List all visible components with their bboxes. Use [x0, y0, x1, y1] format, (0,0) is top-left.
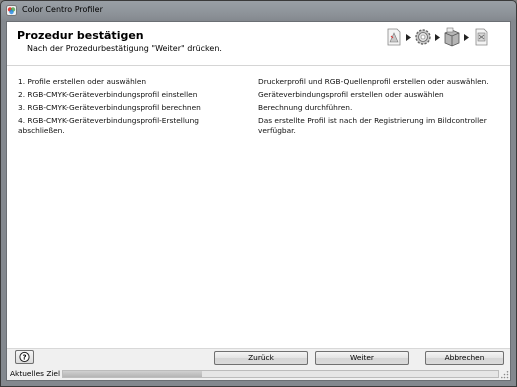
page-title: Prozedur bestätigen: [17, 29, 144, 42]
procedure-description: Druckerprofil und RGB-Quellenprofil erst…: [258, 77, 489, 86]
procedure-description: Berechnung durchführen.: [258, 103, 353, 112]
procedure-description: Geräteverbindungsprofil erstellen oder a…: [258, 90, 444, 99]
help-button[interactable]: ?: [15, 350, 34, 364]
step-indicator: [384, 26, 508, 50]
footer-divider: [7, 348, 510, 349]
procedure-step: 4. RGB-CMYK-Geräteverbindungsprofil-Erst…: [18, 116, 199, 135]
wizard-panel: Prozedur bestätigen Nach der Prozedurbes…: [6, 21, 511, 381]
procedure-step: 1. Profile erstellen oder auswählen: [18, 77, 147, 86]
app-icon: [6, 5, 17, 16]
progress-bar: [62, 370, 499, 378]
status-bar: Aktuelles Ziel: [7, 368, 510, 380]
resize-grip-icon[interactable]: [501, 371, 509, 379]
cancel-button[interactable]: Abbrechen: [425, 351, 504, 365]
wizard-header: Prozedur bestätigen Nach der Prozedurbes…: [7, 22, 510, 66]
chevron-right-icon: [464, 34, 469, 41]
application-window: Color Centro Profiler Prozedur bestätige…: [0, 0, 517, 387]
procedure-step: 2. RGB-CMYK-Geräteverbindungsprofil eins…: [18, 90, 198, 99]
status-label: Aktuelles Ziel: [10, 369, 61, 378]
progress-fill: [63, 371, 203, 377]
next-button[interactable]: Weiter: [315, 351, 409, 365]
procedure-step: 3. RGB-CMYK-Geräteverbindungsprofil bere…: [18, 103, 201, 112]
page-subtitle: Nach der Prozedurbestätigung "Weiter" dr…: [27, 44, 222, 53]
chevron-right-icon: [435, 34, 440, 41]
window-title: Color Centro Profiler: [22, 5, 103, 14]
help-label: ?: [22, 354, 26, 362]
help-icon: ?: [19, 351, 30, 363]
back-button[interactable]: Zurück: [214, 351, 308, 365]
gear-icon: [415, 29, 431, 45]
title-bar[interactable]: Color Centro Profiler: [1, 1, 516, 21]
document-link-icon: [475, 28, 488, 46]
printer-box-icon: [444, 27, 460, 47]
profile-document-icon: [387, 28, 401, 46]
chevron-right-icon: [406, 34, 411, 41]
procedure-description: Das erstellte Profil ist nach der Regist…: [258, 116, 487, 135]
procedure-list: 1. Profile erstellen oder auswählen Druc…: [7, 66, 510, 348]
